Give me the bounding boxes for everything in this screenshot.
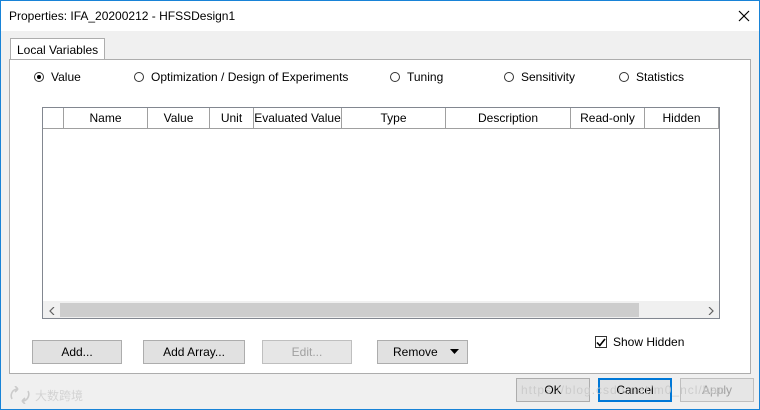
tab-local-variables[interactable]: Local Variables (10, 38, 106, 60)
show-hidden-checkbox[interactable]: Show Hidden (595, 335, 684, 349)
radio-dot (504, 72, 514, 82)
edit-button-label: Edit... (291, 345, 323, 359)
radio-value[interactable]: Value (34, 70, 81, 84)
variables-grid[interactable]: Name Value Unit Evaluated Value Type Des… (42, 107, 720, 319)
column-header-name[interactable]: Name (64, 108, 148, 128)
radio-optimization[interactable]: Optimization / Design of Experiments (134, 70, 348, 84)
radio-tuning[interactable]: Tuning (390, 70, 443, 84)
add-array-button[interactable]: Add Array... (143, 340, 245, 364)
chevron-left-icon (48, 306, 54, 315)
radio-label: Optimization / Design of Experiments (151, 70, 349, 84)
radio-sensitivity[interactable]: Sensitivity (504, 70, 575, 84)
dropdown-arrow-icon (450, 349, 459, 354)
tab-panel-local-variables: Value Optimization / Design of Experimen… (9, 59, 751, 374)
tab-strip: Local Variables (9, 38, 751, 60)
add-button[interactable]: Add... (32, 340, 122, 364)
radio-statistics[interactable]: Statistics (619, 70, 684, 84)
radio-dot (134, 72, 144, 82)
grid-corner-cell[interactable] (43, 108, 64, 128)
column-header-type[interactable]: Type (342, 108, 446, 128)
close-icon (738, 10, 750, 22)
column-header-unit[interactable]: Unit (210, 108, 254, 128)
grid-header: Name Value Unit Evaluated Value Type Des… (43, 108, 719, 129)
radio-label: Tuning (407, 70, 444, 84)
scroll-right-button[interactable] (702, 302, 719, 319)
add-array-button-label: Add Array... (163, 345, 225, 359)
radio-label: Sensitivity (521, 70, 576, 84)
checkbox-box (595, 336, 607, 348)
watermark-left: 大数跨境 (9, 386, 83, 404)
watermark-right: https://blog.csdn.net/m0_ncl/bac (521, 383, 726, 397)
scroll-left-button[interactable] (43, 302, 60, 319)
column-header-evaluated-value[interactable]: Evaluated Value (254, 108, 342, 128)
column-header-value[interactable]: Value (148, 108, 210, 128)
radio-label: Statistics (636, 70, 685, 84)
add-button-label: Add... (61, 345, 93, 359)
watermark-logo-icon (10, 386, 30, 404)
close-button[interactable] (729, 1, 759, 31)
edit-button[interactable]: Edit... (262, 340, 352, 364)
remove-button-label: Remove (393, 345, 438, 359)
show-hidden-label: Show Hidden (613, 335, 685, 349)
radio-dot (34, 72, 44, 82)
column-header-description[interactable]: Description (446, 108, 571, 128)
checkmark-icon (596, 338, 606, 347)
window-title: Properties: IFA_20200212 - HFSSDesign1 (9, 9, 236, 23)
tab-label: Local Variables (17, 42, 99, 57)
title-bar[interactable]: Properties: IFA_20200212 - HFSSDesign1 (1, 1, 759, 31)
column-header-hidden[interactable]: Hidden (645, 108, 719, 128)
watermark-left-text: 大数跨境 (35, 388, 84, 403)
horizontal-scrollbar[interactable] (43, 301, 719, 318)
properties-dialog: Properties: IFA_20200212 - HFSSDesign1 L… (0, 0, 760, 410)
radio-dot (390, 72, 400, 82)
scroll-thumb[interactable] (60, 303, 639, 317)
radio-label: Value (51, 70, 81, 84)
column-header-read-only[interactable]: Read-only (571, 108, 645, 128)
remove-button[interactable]: Remove (377, 340, 468, 364)
chevron-right-icon (708, 306, 714, 315)
radio-dot (619, 72, 629, 82)
